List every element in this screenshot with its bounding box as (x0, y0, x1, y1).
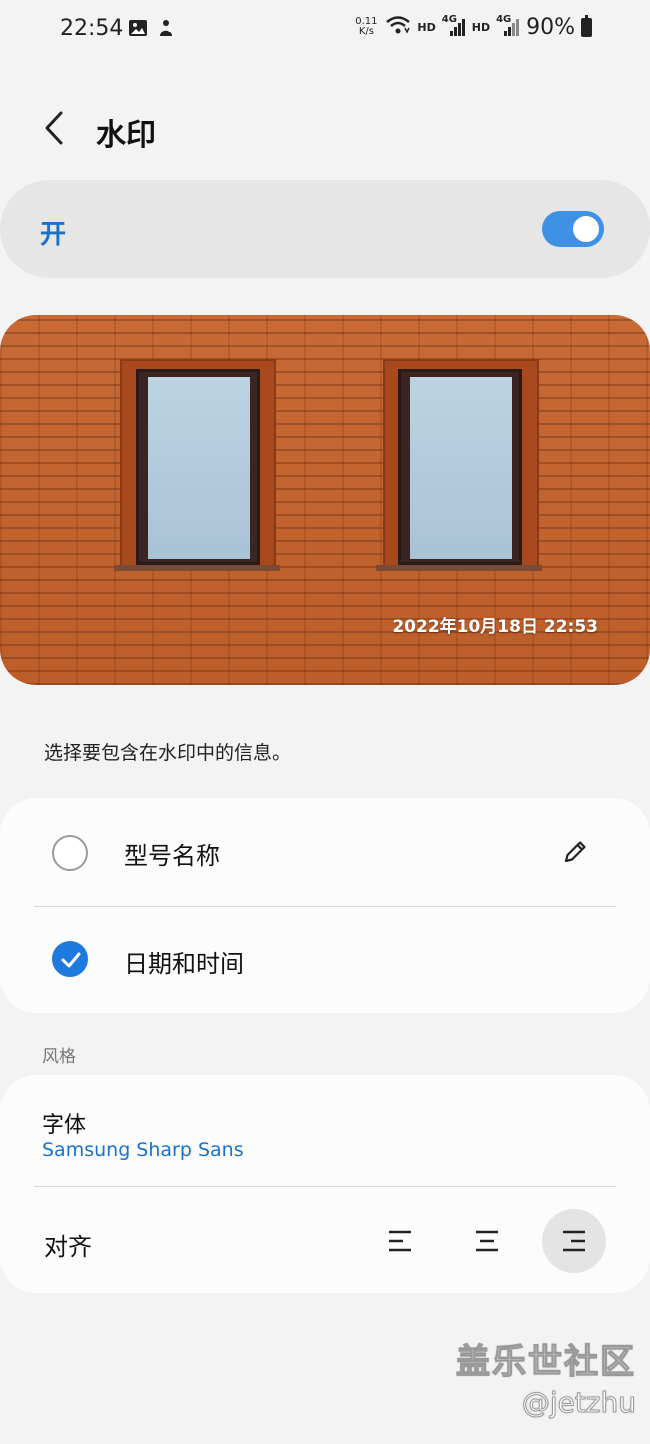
font-title: 字体 (42, 1113, 87, 1138)
align-right-button[interactable] (542, 1209, 606, 1273)
section-label-style: 风格 (42, 1047, 76, 1067)
net-speed: 0.11 K/s (355, 16, 378, 37)
watermark-text: 2022年10月18日 22:53 (392, 617, 598, 637)
site-watermark: 盖乐世社区 (455, 1341, 636, 1382)
font-value: Samsung Sharp Sans (42, 1139, 244, 1161)
window-left-glass (148, 377, 250, 559)
model-name-radio[interactable] (52, 835, 88, 871)
description-text: 选择要包含在水印中的信息。 (44, 742, 292, 764)
info-options-card: 型号名称 日期和时间 (0, 798, 650, 1013)
hd-badge-1: HD (417, 20, 436, 34)
check-icon (61, 952, 81, 968)
image-icon (128, 18, 148, 38)
signal-icon: 4G (442, 14, 466, 38)
master-switch-row[interactable]: 开 (0, 180, 650, 278)
style-card: 字体 Samsung Sharp Sans 对齐 (0, 1075, 650, 1293)
align-left-button[interactable] (368, 1209, 432, 1273)
option-label: 日期和时间 (124, 950, 244, 978)
battery-percent: 90% (526, 14, 575, 40)
pencil-icon (564, 841, 586, 863)
window-right-sill (376, 565, 542, 571)
align-right-icon (563, 1230, 585, 1252)
header: 水印 (0, 100, 650, 160)
window-right-glass (410, 377, 512, 559)
date-time-radio[interactable] (52, 941, 88, 977)
font-row[interactable]: 字体 Samsung Sharp Sans (0, 1075, 650, 1185)
align-label: 对齐 (44, 1233, 92, 1261)
toggle-knob (571, 214, 601, 244)
align-center-icon (476, 1230, 498, 1252)
hd-badge-2: HD (471, 20, 491, 34)
align-center-button[interactable] (455, 1209, 519, 1273)
status-time: 22:54 (60, 16, 124, 41)
watermark-preview: 2022年10月18日 22:53 (0, 315, 650, 685)
option-model-name[interactable]: 型号名称 (0, 798, 650, 906)
status-bar: 22:54 0.11 K/s HD 4G HD 4G 90% (0, 0, 650, 60)
back-button[interactable] (34, 106, 74, 150)
edit-model-name-button[interactable] (560, 837, 590, 867)
chevron-left-icon (45, 111, 63, 145)
battery-icon (581, 14, 592, 37)
master-toggle[interactable] (542, 211, 604, 247)
option-label: 型号名称 (124, 842, 220, 870)
author-watermark: @jetzhu (521, 1386, 636, 1420)
master-switch-label: 开 (40, 220, 67, 250)
divider (34, 1186, 616, 1187)
window-left-sill (114, 565, 280, 571)
notification-app-icon (156, 18, 176, 38)
page-title: 水印 (96, 118, 156, 153)
wifi-icon (385, 14, 411, 40)
align-left-icon (389, 1230, 411, 1252)
signal-icon-2: 4G (496, 14, 520, 38)
option-date-time[interactable]: 日期和时间 (0, 906, 650, 1014)
